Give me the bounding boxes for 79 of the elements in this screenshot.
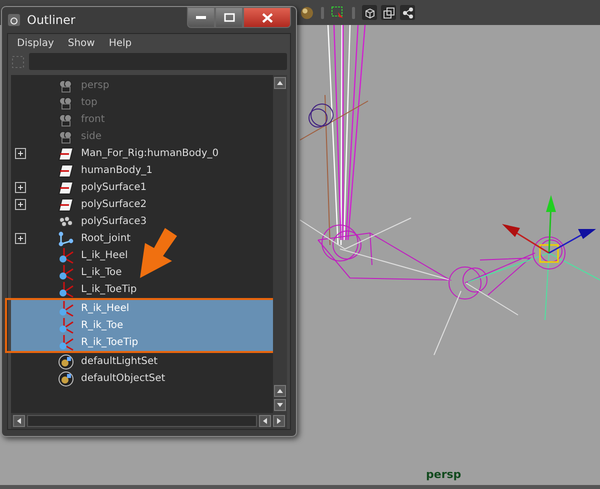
- outliner-item[interactable]: polySurface3: [11, 213, 273, 230]
- item-label: side: [81, 131, 102, 142]
- ik-handle-icon: [58, 334, 74, 350]
- vertical-scrollbar[interactable]: [273, 75, 287, 413]
- up-triangle-icon[interactable]: [277, 389, 283, 393]
- expand-icon[interactable]: [15, 199, 26, 210]
- ik-handle-icon: [58, 282, 74, 298]
- menu-item[interactable]: Display: [17, 38, 54, 49]
- menu-item[interactable]: Help: [108, 38, 132, 49]
- item-label: L_ik_Toe: [81, 267, 122, 278]
- cube-icon[interactable]: [362, 5, 377, 20]
- expand-icon[interactable]: [15, 182, 26, 193]
- minimize-button[interactable]: [187, 7, 215, 28]
- app-icon: [7, 13, 21, 27]
- outliner-item[interactable]: polySurface2: [11, 196, 273, 213]
- move-manipulator-icon: [502, 195, 596, 254]
- down-triangle-icon[interactable]: [277, 403, 283, 407]
- outliner-item[interactable]: polySurface1: [11, 179, 273, 196]
- set-icon: [58, 370, 74, 386]
- right-triangle-icon[interactable]: [277, 418, 281, 424]
- mesh-icon: [58, 180, 74, 194]
- cluster-icon: [58, 216, 74, 228]
- camera-icon: [58, 130, 74, 144]
- camera-icon: [58, 78, 74, 92]
- select-icon[interactable]: [331, 6, 345, 20]
- item-label: Root_joint: [81, 233, 131, 244]
- item-label: humanBody_1: [81, 165, 152, 176]
- sphere-icon[interactable]: [300, 6, 314, 20]
- expand-icon[interactable]: [15, 233, 26, 244]
- left-triangle-icon[interactable]: [17, 418, 21, 424]
- expand-icon[interactable]: [15, 148, 26, 159]
- item-label: polySurface3: [81, 216, 147, 227]
- item-label: R_ik_ToeTip: [81, 337, 138, 348]
- up-triangle-icon[interactable]: [277, 81, 283, 85]
- share-icon[interactable]: [400, 5, 415, 20]
- camera-label: persp: [426, 468, 462, 481]
- item-label: polySurface1: [81, 182, 147, 193]
- outliner-item[interactable]: L_ik_Heel: [11, 247, 273, 264]
- outliner-item[interactable]: humanBody_1: [11, 162, 273, 179]
- ik-handle-icon: [58, 248, 74, 264]
- item-label: L_ik_Heel: [81, 250, 128, 261]
- window-title: Outliner: [27, 13, 76, 27]
- minimize-icon: [196, 16, 206, 20]
- close-icon: [262, 12, 272, 22]
- ik-handle-icon: [58, 300, 74, 316]
- item-label: defaultObjectSet: [81, 373, 166, 384]
- ik-handle-icon: [58, 264, 74, 280]
- item-label: persp: [81, 80, 110, 91]
- ik-handle-icon: [58, 318, 74, 334]
- left-triangle-icon[interactable]: [263, 418, 267, 424]
- mesh-icon: [58, 164, 74, 178]
- menu-item[interactable]: Show: [68, 38, 95, 49]
- joint-icon: [58, 230, 74, 246]
- outliner-item[interactable]: Root_joint: [11, 230, 273, 247]
- set-icon: [58, 354, 74, 370]
- mesh-icon: [58, 198, 74, 212]
- maximize-button[interactable]: [215, 7, 243, 28]
- search-field[interactable]: [29, 53, 287, 70]
- annotation-arrow: [137, 228, 179, 280]
- outliner-item[interactable]: defaultLightSet: [11, 353, 273, 370]
- maximize-icon: [224, 13, 234, 22]
- horizontal-scrollbar[interactable]: [11, 413, 287, 429]
- outliner-item[interactable]: L_ik_ToeTip: [11, 281, 273, 298]
- item-label: R_ik_Heel: [81, 303, 130, 314]
- camera-icon: [58, 96, 74, 110]
- outliner-item[interactable]: defaultObjectSet: [11, 370, 273, 387]
- item-label: L_ik_ToeTip: [81, 284, 137, 295]
- item-label: top: [81, 97, 98, 108]
- mesh-icon: [58, 146, 74, 160]
- outliner-item[interactable]: Man_For_Rig:humanBody_0: [11, 145, 273, 162]
- item-label: defaultLightSet: [81, 356, 158, 367]
- item-label: polySurface2: [81, 199, 147, 210]
- overlap-squares-icon[interactable]: [381, 5, 396, 20]
- item-label: Man_For_Rig:humanBody_0: [81, 148, 219, 159]
- item-label: R_ik_Toe: [81, 320, 124, 331]
- camera-icon: [58, 112, 74, 126]
- item-label: front: [81, 114, 105, 125]
- close-button[interactable]: [243, 7, 291, 28]
- outliner-item[interactable]: L_ik_Toe: [11, 264, 273, 281]
